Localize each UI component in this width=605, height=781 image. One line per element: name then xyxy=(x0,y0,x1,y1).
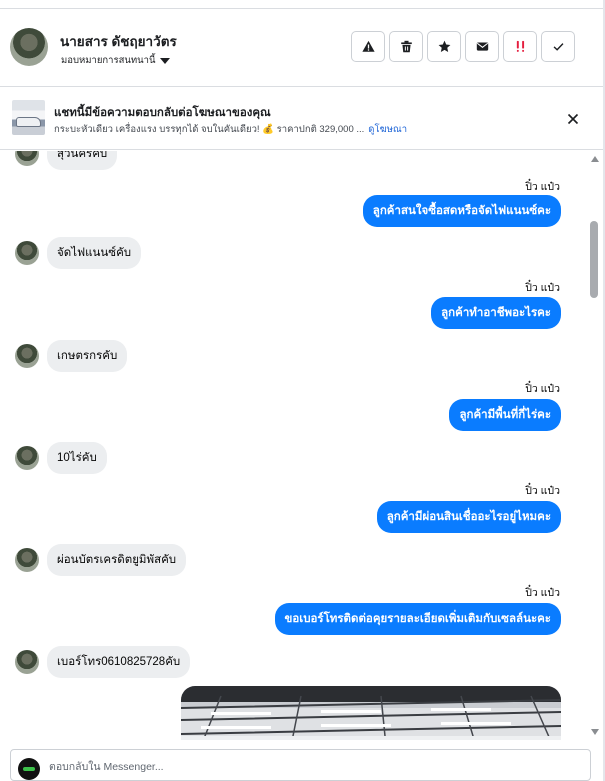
view-ad-link[interactable]: ดูโฆษณา xyxy=(368,124,407,135)
incoming-message: เกษตรกรคับ xyxy=(15,340,128,372)
contact-avatar xyxy=(15,344,39,368)
contact-name[interactable]: นายสาร ดัชฤยาวัตร xyxy=(60,30,177,52)
contact-avatar[interactable] xyxy=(10,28,48,66)
sender-name: ปิ๋ว แป๋ว xyxy=(525,181,560,193)
ad-reply-banner: แชทนี้มีข้อความตอบกลับต่อโฆษณาของคุณ กระ… xyxy=(0,88,603,150)
report-spam-button[interactable] xyxy=(351,31,385,62)
mail-icon xyxy=(476,42,488,51)
sender-name: ปิ๋ว แป๋ว xyxy=(525,383,560,395)
outgoing-message[interactable]: ลูกค้ามีพื้นที่กี่ไร่คะ xyxy=(449,399,561,431)
message-bubble[interactable]: เกษตรกรคับ xyxy=(47,340,128,372)
ad-thumbnail[interactable] xyxy=(12,100,45,135)
sender-name: ปิ๋ว แป๋ว xyxy=(525,282,560,294)
scroll-down-icon[interactable] xyxy=(591,729,599,735)
follow-up-button[interactable] xyxy=(503,31,537,62)
contact-avatar xyxy=(15,151,39,166)
chevron-down-icon xyxy=(159,57,170,64)
message-bubble[interactable]: 10ไร่คับ xyxy=(47,442,107,474)
sender-name: ปิ๋ว แป๋ว xyxy=(525,485,560,497)
delete-button[interactable] xyxy=(389,31,423,62)
incoming-message: สุวนิครคับ xyxy=(15,151,118,170)
conversation-header: นายสาร ดัชฤยาวัตร มอบหมายการสนทนานี้ xyxy=(0,9,603,87)
message-bubble[interactable]: สุวนิครคับ xyxy=(47,151,118,170)
report-spam-icon xyxy=(361,40,375,52)
incoming-message: 10ไร่คับ xyxy=(15,442,107,474)
reply-input[interactable] xyxy=(49,757,469,777)
message-bubble[interactable]: จัดไฟแนนซ์คับ xyxy=(47,237,142,269)
incoming-message: เบอร์โทร0610825728คับ xyxy=(15,646,191,678)
contact-avatar xyxy=(15,650,39,674)
scroll-up-icon[interactable] xyxy=(591,156,599,162)
star-icon xyxy=(438,40,450,53)
close-icon[interactable] xyxy=(565,111,581,127)
outgoing-message[interactable]: ลูกค้าทำอาชีพอะไรคะ xyxy=(431,297,561,329)
outgoing-message[interactable]: ลูกค้ามีผ่อนสินเชื่ออะไรอยู่ไหมคะ xyxy=(376,501,561,533)
action-buttons xyxy=(351,31,575,62)
warehouse-photo xyxy=(181,686,561,740)
message-bubble[interactable]: เบอร์โทร0610825728คับ xyxy=(47,646,191,678)
incoming-message: จัดไฟแนนซ์คับ xyxy=(15,237,142,269)
assign-label: มอบหมายการสนทนานี้ xyxy=(61,55,156,66)
thread-scrollbar[interactable] xyxy=(588,151,603,740)
mark-unread-button[interactable] xyxy=(465,31,499,62)
sender-name: ปิ๋ว แป๋ว xyxy=(525,587,560,599)
contact-avatar xyxy=(15,241,39,265)
message-bubble[interactable]: ผ่อนบัตรเครดิตยูมิพัสคับ xyxy=(47,544,187,576)
reply-composer xyxy=(10,749,591,781)
mark-done-button[interactable] xyxy=(541,31,575,62)
truck-image xyxy=(16,117,41,127)
assign-dropdown[interactable]: มอบหมายการสนทนานี้ xyxy=(61,53,170,68)
scrollbar-thumb[interactable] xyxy=(590,221,598,298)
star-button[interactable] xyxy=(427,31,461,62)
message-thread: สุวนิครคับ ปิ๋ว แป๋ว ลูกค้าสนใจซื้อสดหรื… xyxy=(0,151,588,740)
follow-up-icon xyxy=(516,40,524,52)
page-avatar xyxy=(18,758,40,780)
trash-icon xyxy=(400,40,412,53)
ad-description: กระบะหัวเดียว เครื่องแรง บรรทุกได้ จบในค… xyxy=(54,124,365,135)
banner-title: แชทนี้มีข้อความตอบกลับต่อโฆษณาของคุณ xyxy=(54,107,271,119)
contact-avatar xyxy=(15,446,39,470)
banner-text: กระบะหัวเดียว เครื่องแรง บรรทุกได้ จบในค… xyxy=(54,122,407,137)
incoming-message: ผ่อนบัตรเครดิตยูมิพัสคับ xyxy=(15,544,187,576)
outgoing-message[interactable]: ลูกค้าสนใจซื้อสดหรือจัดไฟแนนซ์คะ xyxy=(362,195,561,227)
photo-attachment[interactable] xyxy=(181,686,561,740)
check-icon xyxy=(553,43,563,51)
outgoing-message[interactable]: ขอเบอร์โทรติดต่อคุยรายละเอียดเพิ่มเติมกั… xyxy=(274,603,561,635)
contact-avatar xyxy=(15,548,39,572)
